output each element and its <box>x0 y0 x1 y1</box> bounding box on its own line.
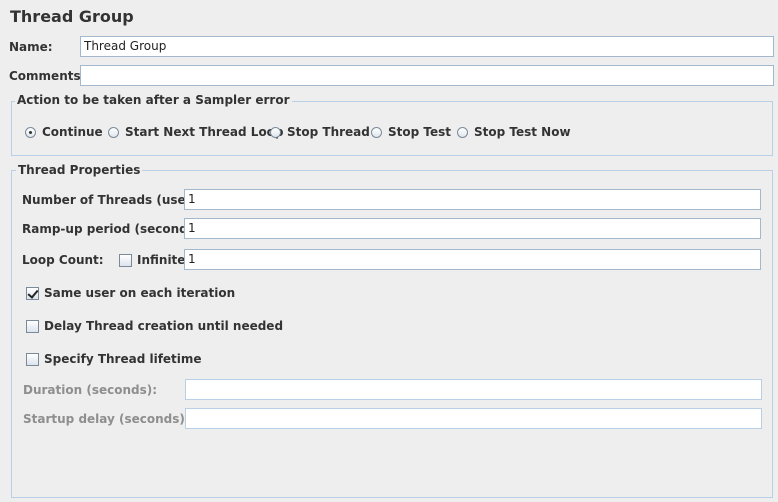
specify-lifetime-checkbox[interactable]: Specify Thread lifetime <box>26 352 202 366</box>
radio-stop-thread-label: Stop Thread <box>287 125 370 139</box>
ramp-up-input[interactable]: 1 <box>184 218 761 239</box>
num-threads-input[interactable]: 1 <box>184 189 761 210</box>
comments-label: Comments: <box>9 69 86 83</box>
startup-delay-input[interactable] <box>185 408 762 429</box>
duration-label: Duration (seconds): <box>23 383 158 397</box>
checkbox-unchecked-icon <box>26 319 39 333</box>
same-user-label: Same user on each iteration <box>44 286 236 300</box>
radio-selected-icon <box>25 126 36 138</box>
radio-stop-test-label: Stop Test <box>388 125 451 139</box>
startup-delay-label: Startup delay (seconds): <box>23 412 190 426</box>
checkbox-checked-icon <box>26 286 39 300</box>
radio-unselected-icon <box>108 126 119 138</box>
radio-unselected-icon <box>270 126 281 138</box>
name-input[interactable]: Thread Group <box>80 36 774 57</box>
radio-stop-thread[interactable]: Stop Thread <box>270 125 370 139</box>
num-threads-label: Number of Threads (users): <box>22 193 210 207</box>
infinite-checkbox[interactable]: Infinite <box>119 253 185 267</box>
specify-lifetime-label: Specify Thread lifetime <box>44 352 202 366</box>
checkbox-unchecked-icon <box>26 352 39 366</box>
loop-count-input[interactable]: 1 <box>184 249 761 270</box>
radio-unselected-icon <box>371 126 382 138</box>
infinite-label: Infinite <box>137 253 186 267</box>
loop-count-label: Loop Count: <box>22 253 104 267</box>
same-user-checkbox[interactable]: Same user on each iteration <box>26 286 235 300</box>
ramp-up-label: Ramp-up period (seconds): <box>22 222 206 236</box>
radio-continue[interactable]: Continue <box>25 125 103 139</box>
delay-creation-checkbox[interactable]: Delay Thread creation until needed <box>26 319 283 333</box>
radio-stop-test[interactable]: Stop Test <box>371 125 451 139</box>
page-title: Thread Group <box>10 7 134 26</box>
duration-input[interactable] <box>185 379 762 400</box>
comments-input[interactable] <box>80 65 774 86</box>
radio-continue-label: Continue <box>42 125 103 139</box>
radio-stop-test-now[interactable]: Stop Test Now <box>457 125 571 139</box>
radio-unselected-icon <box>457 126 468 138</box>
radio-start-next-thread-loop-label: Start Next Thread Loop <box>125 125 284 139</box>
thread-properties-legend: Thread Properties <box>16 163 143 177</box>
radio-stop-test-now-label: Stop Test Now <box>474 125 571 139</box>
delay-creation-label: Delay Thread creation until needed <box>44 319 284 333</box>
checkbox-unchecked-icon <box>119 253 132 267</box>
radio-start-next-thread-loop[interactable]: Start Next Thread Loop <box>108 125 284 139</box>
sampler-error-legend: Action to be taken after a Sampler error <box>15 93 292 107</box>
name-label: Name: <box>9 40 53 54</box>
